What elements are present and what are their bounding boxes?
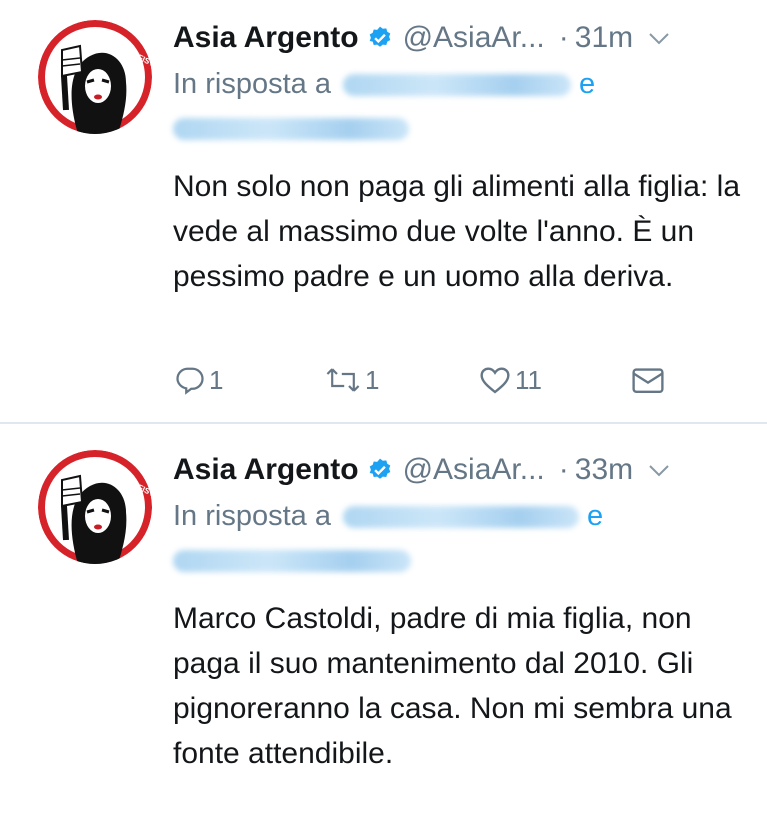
like-button[interactable]: 11 <box>479 358 542 402</box>
reply-and: e <box>586 500 604 532</box>
tweet[interactable]: NO SHAME FIST Asia Argento @AsiaAr... · … <box>0 424 767 816</box>
blurred-mention[interactable] <box>342 505 579 528</box>
tweet-actions: 1 1 11 <box>173 358 713 402</box>
tweet-text: Marco Castoldi, padre di mia figlia, non… <box>173 602 732 770</box>
timestamp[interactable]: 33m <box>575 453 633 487</box>
tweet-text: Non solo non paga gli alimenti alla figl… <box>173 170 741 293</box>
author-handle[interactable]: @AsiaAr... <box>403 453 545 487</box>
direct-message-button[interactable] <box>631 358 665 402</box>
chevron-down-icon[interactable] <box>647 26 671 50</box>
envelope-icon <box>631 365 665 395</box>
timestamp[interactable]: 31m <box>575 21 633 55</box>
retweet-count: 1 <box>365 364 380 395</box>
verified-badge-icon <box>367 457 393 483</box>
avatar-image: NO SHAME FIST <box>38 450 152 564</box>
blurred-mention[interactable] <box>173 550 411 572</box>
like-count: 11 <box>515 364 542 395</box>
heart-icon <box>479 365 511 395</box>
retweet-icon <box>325 365 361 395</box>
tweet-header: Asia Argento @AsiaAr... · 31m <box>173 18 671 58</box>
reply-count: 1 <box>209 364 224 395</box>
avatar-image: NO SHAME FIST <box>38 20 152 134</box>
author-name[interactable]: Asia Argento <box>173 453 359 487</box>
retweet-button[interactable]: 1 <box>325 358 379 402</box>
reply-prefix: In risposta a <box>173 68 331 100</box>
chevron-down-icon[interactable] <box>647 458 671 482</box>
blurred-mention[interactable] <box>173 118 409 140</box>
reply-context: In risposta a e <box>173 68 595 101</box>
avatar[interactable]: NO SHAME FIST <box>38 450 152 564</box>
reply-context-second-line <box>173 118 409 140</box>
reply-context-second-line <box>173 550 411 572</box>
avatar[interactable]: NO SHAME FIST <box>38 20 152 134</box>
author-handle[interactable]: @AsiaAr... <box>403 21 545 55</box>
reply-icon <box>175 365 205 395</box>
reply-context: In risposta a e <box>173 500 603 533</box>
author-name[interactable]: Asia Argento <box>173 21 359 55</box>
separator-dot: · <box>558 453 569 486</box>
reply-prefix: In risposta a <box>173 500 331 532</box>
verified-badge-icon <box>367 25 393 51</box>
separator-dot: · <box>558 21 569 54</box>
blurred-mention[interactable] <box>342 73 571 96</box>
reply-and: e <box>578 68 596 100</box>
reply-button[interactable]: 1 <box>175 358 223 402</box>
tweet[interactable]: NO SHAME FIST Asia Argento @AsiaAr... · … <box>0 0 767 422</box>
tweet-header: Asia Argento @AsiaAr... · 33m <box>173 450 671 490</box>
